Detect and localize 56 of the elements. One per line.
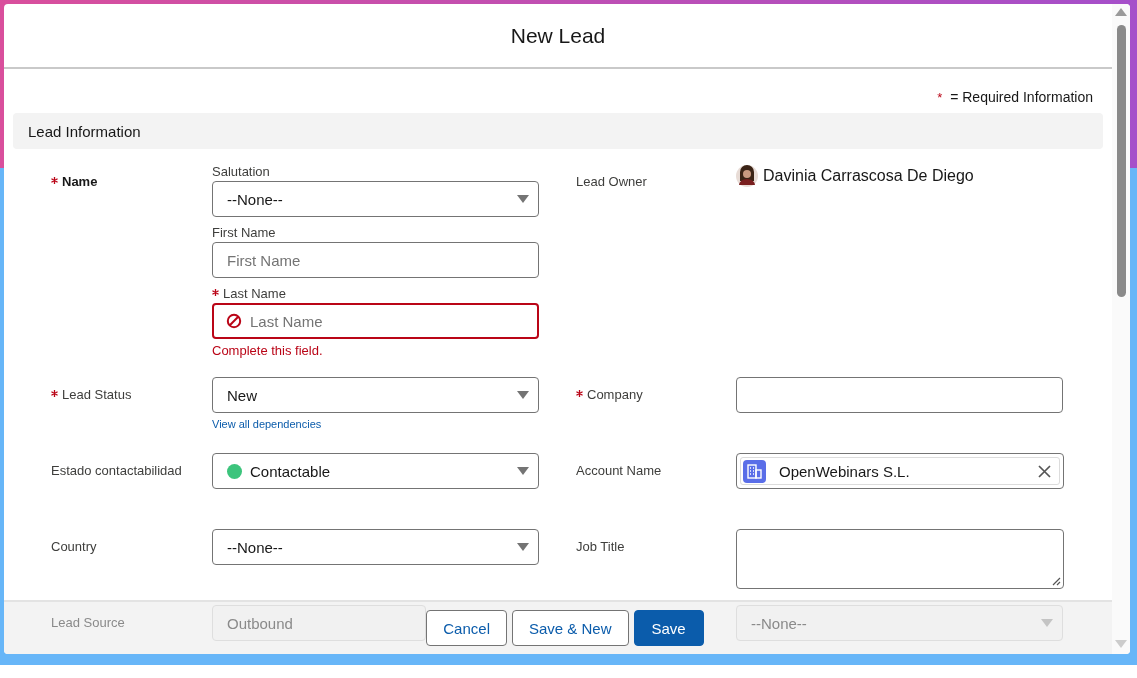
caret-icon: [517, 543, 529, 551]
dropdown-value: Contactable: [250, 462, 332, 480]
resize-handle-icon[interactable]: [1052, 577, 1061, 586]
caret-icon: [517, 467, 529, 475]
dependencies-link[interactable]: View all dependencies: [212, 418, 322, 430]
account-pill[interactable]: OpenWebinars S.L.: [740, 457, 1060, 485]
field-label: Lead Source: [51, 615, 125, 630]
required-asterisk: *: [937, 89, 943, 105]
text-area[interactable]: [736, 529, 1064, 589]
field-label: Estado contactabilidad: [51, 463, 182, 478]
footer-button[interactable]: Save & New: [511, 610, 629, 646]
dropdown-field[interactable]: New: [212, 377, 539, 413]
field-label: Name: [62, 174, 98, 189]
text-input[interactable]: Last Name: [212, 303, 539, 339]
field-label: Lead Status: [62, 387, 132, 402]
section-title: Lead Information: [28, 122, 141, 140]
dropdown-value: New: [227, 386, 258, 404]
text-input[interactable]: First Name: [212, 242, 539, 278]
caret-icon: [517, 391, 529, 399]
caret-icon: [1041, 619, 1053, 627]
dropdown-value: --None--: [751, 614, 808, 632]
modal-title: New Lead: [510, 23, 606, 48]
dropdown-field[interactable]: --None--: [212, 529, 539, 565]
required-asterisk-icon: [576, 389, 583, 397]
field-label: Country: [51, 539, 97, 554]
save-button[interactable]: Save: [633, 610, 704, 646]
field-label: Account Name: [576, 463, 662, 478]
scroll-thumb[interactable]: [1116, 25, 1126, 297]
scroll-up-icon[interactable]: [1115, 8, 1127, 16]
footer-button[interactable]: Cancel: [426, 610, 507, 646]
required-asterisk-icon: [51, 389, 58, 397]
field-label: Salutation: [212, 164, 270, 179]
account-value: OpenWebinars S.L.: [779, 462, 911, 480]
caret-icon: [517, 195, 529, 203]
dropdown-value: --None--: [227, 538, 284, 556]
close-icon[interactable]: [1038, 464, 1051, 478]
building-icon: [743, 459, 766, 483]
field-label: Company: [587, 387, 643, 402]
required-asterisk-icon: [51, 176, 58, 184]
dropdown-field[interactable]: Contactable: [212, 453, 539, 489]
dropdown-field[interactable]: --None--: [212, 181, 539, 217]
error-message: Complete this field.: [212, 343, 323, 358]
input-value: Outbound: [227, 614, 293, 632]
field-label: Lead Owner: [576, 174, 647, 189]
required-asterisk-icon: [212, 288, 219, 296]
section-header[interactable]: Lead Information: [13, 113, 1103, 149]
field-label: Job Title: [576, 539, 625, 554]
owner-name: Davinia Carrascosa De Diego: [763, 167, 974, 185]
field-label: Last Name: [223, 286, 286, 301]
field-label: First Name: [212, 225, 276, 240]
text-input[interactable]: [736, 377, 1063, 413]
required-note: = Required Information: [950, 89, 1093, 105]
error-icon: [226, 313, 242, 329]
avatar-icon: [736, 165, 758, 187]
scrollbar[interactable]: [1112, 4, 1130, 654]
dropdown-value: --None--: [227, 190, 284, 208]
